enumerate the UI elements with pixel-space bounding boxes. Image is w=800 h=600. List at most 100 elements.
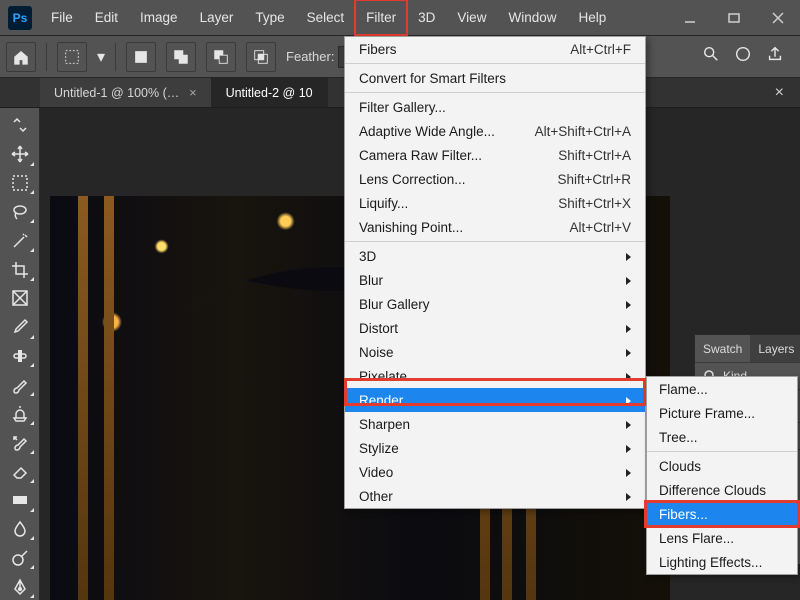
tab-layers[interactable]: Layers [750, 335, 800, 362]
filter-video[interactable]: Video [345, 460, 645, 484]
close-tab-icon[interactable]: × [189, 86, 196, 100]
document-tab[interactable]: Untitled-2 @ 10 [212, 78, 328, 107]
render-tree[interactable]: Tree... [647, 425, 797, 449]
filter-convert-smart[interactable]: Convert for Smart Filters [345, 66, 645, 90]
render-fibers[interactable]: Fibers... [647, 502, 797, 526]
close-tab-icon[interactable]: × [759, 78, 800, 107]
menu-help[interactable]: Help [567, 0, 617, 35]
document-tab-label: Untitled-1 @ 100% (… [54, 86, 179, 100]
menu-item-label: Other [359, 489, 393, 504]
clone-stamp-tool-icon[interactable] [4, 400, 36, 427]
filter-3d[interactable]: 3D [345, 244, 645, 268]
intersect-selection-icon[interactable] [246, 42, 276, 72]
menu-item-label: Tree... [659, 430, 698, 445]
menu-item-label: Clouds [659, 459, 701, 474]
filter-blur[interactable]: Blur [345, 268, 645, 292]
filter-noise[interactable]: Noise [345, 340, 645, 364]
filter-camera-raw[interactable]: Camera Raw Filter...Shift+Ctrl+A [345, 143, 645, 167]
menu-select[interactable]: Select [296, 0, 356, 35]
marquee-tool-icon[interactable] [57, 42, 87, 72]
menu-edit[interactable]: Edit [84, 0, 129, 35]
move-tool-icon[interactable] [4, 141, 36, 168]
menu-item-shortcut: Shift+Ctrl+X [558, 196, 631, 211]
sync-icon[interactable] [734, 45, 752, 68]
menu-item-label: Flame... [659, 382, 708, 397]
eraser-tool-icon[interactable] [4, 458, 36, 485]
filter-distort[interactable]: Distort [345, 316, 645, 340]
magic-wand-tool-icon[interactable] [4, 227, 36, 254]
menu-item-label: Difference Clouds [659, 483, 766, 498]
menu-item-label: Pixelate [359, 369, 407, 384]
menu-item-label: Lighting Effects... [659, 555, 762, 570]
filter-other[interactable]: Other [345, 484, 645, 508]
menu-item-label: 3D [359, 249, 376, 264]
menu-window[interactable]: Window [497, 0, 567, 35]
menu-3d[interactable]: 3D [407, 0, 446, 35]
history-brush-tool-icon[interactable] [4, 429, 36, 456]
filter-gallery[interactable]: Filter Gallery... [345, 95, 645, 119]
filter-blur-gallery[interactable]: Blur Gallery [345, 292, 645, 316]
blur-tool-icon[interactable] [4, 516, 36, 543]
render-picture-frame[interactable]: Picture Frame... [647, 401, 797, 425]
dodge-tool-icon[interactable] [4, 544, 36, 571]
eyedropper-tool-icon[interactable] [4, 314, 36, 341]
feather-label: Feather: [286, 49, 334, 64]
render-difference-clouds[interactable]: Difference Clouds [647, 478, 797, 502]
subtract-from-selection-icon[interactable] [206, 42, 236, 72]
menu-item-label: Fibers... [659, 507, 708, 522]
search-icon[interactable] [702, 45, 720, 68]
menu-layer[interactable]: Layer [189, 0, 245, 35]
filter-vanishing-point[interactable]: Vanishing Point... Alt+Ctrl+V [345, 215, 645, 239]
menu-item-shortcut: Alt+Ctrl+V [569, 220, 631, 235]
menu-item-shortcut: Alt+Ctrl+F [570, 42, 631, 57]
render-lens-flare[interactable]: Lens Flare... [647, 526, 797, 550]
menu-type[interactable]: Type [244, 0, 295, 35]
menu-file[interactable]: File [40, 0, 84, 35]
menu-image[interactable]: Image [129, 0, 189, 35]
filter-liquify[interactable]: Liquify...Shift+Ctrl+X [345, 191, 645, 215]
menu-item-label: Render [359, 393, 403, 408]
window-close-button[interactable] [756, 0, 800, 35]
pen-tool-icon[interactable] [4, 573, 36, 600]
filter-stylize[interactable]: Stylize [345, 436, 645, 460]
gradient-tool-icon[interactable] [4, 487, 36, 514]
new-selection-icon[interactable] [126, 42, 156, 72]
render-lighting-effects[interactable]: Lighting Effects... [647, 550, 797, 574]
filter-adaptive-wide-angle[interactable]: Adaptive Wide Angle... Alt+Shift+Ctrl+A [345, 119, 645, 143]
window-minimize-button[interactable] [668, 0, 712, 35]
render-flame[interactable]: Flame... [647, 377, 797, 401]
menu-item-shortcut: Shift+Ctrl+A [558, 148, 631, 163]
document-tab[interactable]: Untitled-1 @ 100% (… × [40, 78, 212, 107]
window-maximize-button[interactable] [712, 0, 756, 35]
healing-brush-tool-icon[interactable] [4, 343, 36, 370]
menu-item-shortcut: Shift+Ctrl+R [557, 172, 631, 187]
render-clouds[interactable]: Clouds [647, 454, 797, 478]
filter-render[interactable]: Render [345, 388, 645, 412]
home-icon[interactable] [6, 42, 36, 72]
menu-item-label: Distort [359, 321, 398, 336]
menu-item-label: Blur [359, 273, 383, 288]
lasso-tool-icon[interactable] [4, 198, 36, 225]
menu-item-label: Adaptive Wide Angle... [359, 124, 495, 139]
crop-tool-icon[interactable] [4, 256, 36, 283]
share-icon[interactable] [766, 45, 784, 68]
menu-item-label: Stylize [359, 441, 399, 456]
menu-view[interactable]: View [446, 0, 497, 35]
menu-item-shortcut: Alt+Shift+Ctrl+A [535, 124, 631, 139]
frame-tool-icon[interactable] [4, 285, 36, 312]
menu-item-label: Sharpen [359, 417, 410, 432]
menu-item-label: Vanishing Point... [359, 220, 463, 235]
chevron-down-icon[interactable]: ▾ [97, 47, 105, 67]
filter-last-used[interactable]: Fibers Alt+Ctrl+F [345, 37, 645, 61]
filter-lens-correction[interactable]: Lens Correction...Shift+Ctrl+R [345, 167, 645, 191]
tab-swatches[interactable]: Swatch [695, 335, 750, 362]
document-tab-label: Untitled-2 @ 10 [226, 86, 313, 100]
brush-tool-icon[interactable] [4, 371, 36, 398]
collapse-handle-icon[interactable] [4, 112, 36, 139]
menu-filter[interactable]: Filter [355, 0, 407, 35]
marquee-tool-icon[interactable] [4, 170, 36, 197]
filter-pixelate[interactable]: Pixelate [345, 364, 645, 388]
filter-sharpen[interactable]: Sharpen [345, 412, 645, 436]
menu-item-label: Video [359, 465, 393, 480]
add-to-selection-icon[interactable] [166, 42, 196, 72]
